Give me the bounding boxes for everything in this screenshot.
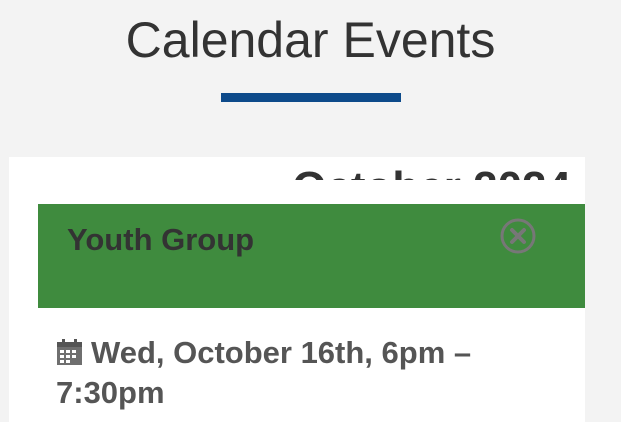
close-icon[interactable] <box>499 217 537 255</box>
event-date-line-1: Wed, October 16th, 6pm – <box>91 335 472 370</box>
month-heading: October 2024 <box>9 157 585 180</box>
event-header[interactable]: Youth Group <box>38 204 585 308</box>
title-underline <box>221 93 401 102</box>
page-title: Calendar Events <box>125 12 496 68</box>
calendar-card: October 2024 Youth Group <box>9 157 585 422</box>
event-date: Wed, October 16th, 6pm – 7:30pm <box>56 333 556 413</box>
event-date-line-2: 7:30pm <box>56 375 165 410</box>
calendar-icon <box>56 336 83 365</box>
month-heading-label: October 2024 <box>292 163 571 180</box>
event-title: Youth Group <box>67 222 255 257</box>
page: Calendar Events October 2024 Youth Group <box>0 0 621 422</box>
